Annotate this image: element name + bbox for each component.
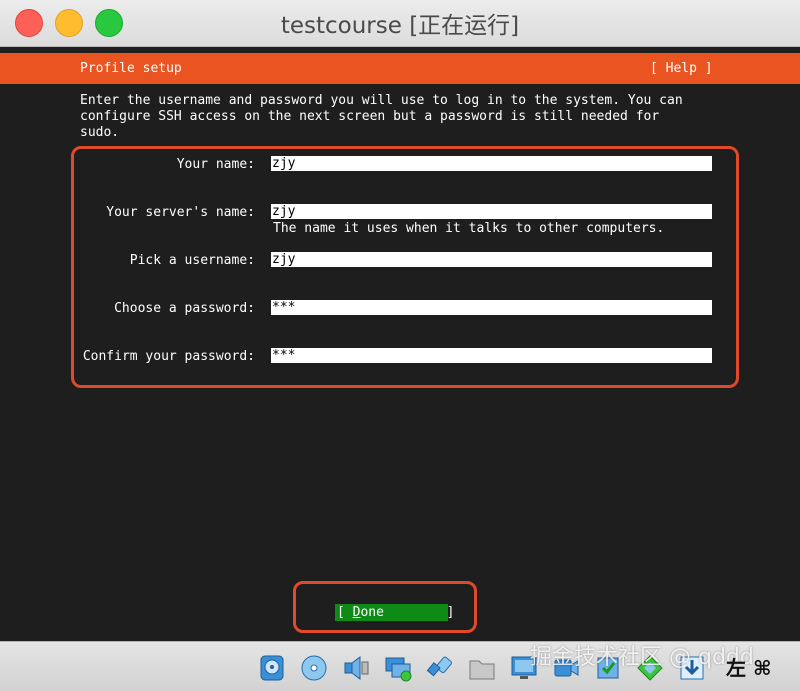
password-input[interactable]: *** xyxy=(271,300,712,315)
done-open-bracket: [ xyxy=(337,605,353,620)
intro-text: Enter the username and password you will… xyxy=(80,93,720,141)
page-title: Profile setup xyxy=(80,61,182,76)
help-button[interactable]: [ Help ] xyxy=(650,61,713,76)
watermark-text: 掘金技术社区 @ qddd xyxy=(530,645,754,670)
window-title: testcourse [正在运行] xyxy=(280,13,520,39)
username-label: Pick a username: xyxy=(129,253,255,268)
confirm-password-input[interactable]: *** xyxy=(271,348,712,363)
password-label: Choose a password: xyxy=(114,301,255,316)
server-name-hint: The name it uses when it talks to other … xyxy=(273,221,665,236)
intro-line-3: sudo. xyxy=(80,125,120,140)
intro-line-2: configure SSH access on the next screen … xyxy=(80,109,660,124)
network-icon[interactable] xyxy=(384,654,412,682)
your-name-label: Your name: xyxy=(176,157,255,172)
window-titlebar[interactable]: testcourse [正在运行] xyxy=(0,0,800,47)
hard-disk-icon[interactable] xyxy=(258,654,286,682)
done-label-rest: one xyxy=(360,605,384,620)
confirm-password-label: Confirm your password: xyxy=(82,349,255,364)
done-button[interactable]: [ Done ] xyxy=(335,604,454,621)
installer-header: Profile setup [ Help ] xyxy=(0,53,800,84)
your-name-input[interactable]: zjy xyxy=(271,156,712,171)
optical-disk-icon[interactable] xyxy=(300,654,328,682)
shared-folder-icon[interactable] xyxy=(468,654,496,682)
username-input[interactable]: zjy xyxy=(271,252,712,267)
done-spacer xyxy=(384,605,447,620)
audio-icon[interactable] xyxy=(342,654,370,682)
done-close-bracket: ] xyxy=(446,605,455,620)
intro-line-1: Enter the username and password you will… xyxy=(80,93,683,108)
host-key-indicator: 左 ⌘ xyxy=(726,656,772,680)
server-name-label: Your server's name: xyxy=(106,205,255,220)
usb-icon[interactable] xyxy=(426,654,454,682)
vm-screen[interactable]: Profile setup [ Help ] Enter the usernam… xyxy=(0,47,800,641)
server-name-input[interactable]: zjy xyxy=(271,204,712,219)
